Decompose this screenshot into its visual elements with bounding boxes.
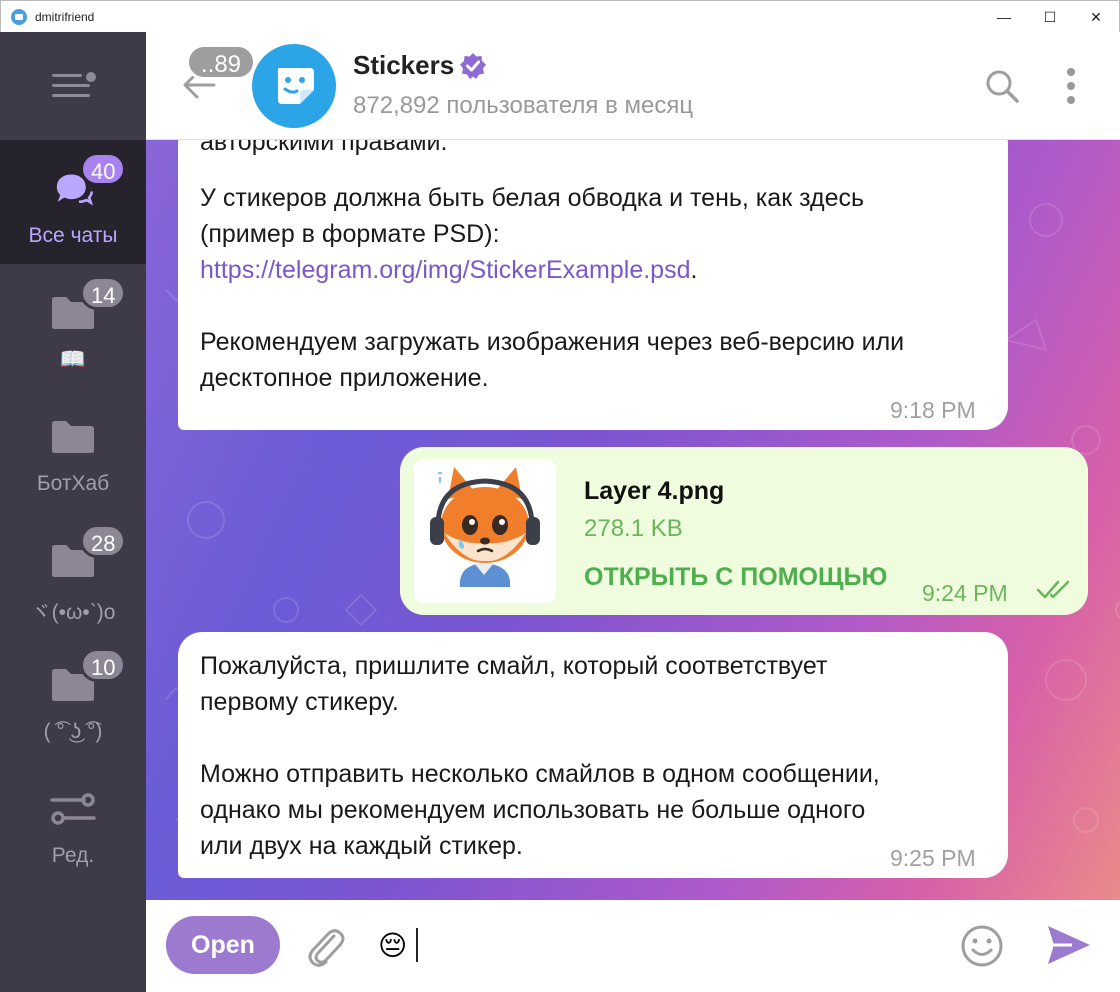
chat-messages-area[interactable]: авторскими правами. У стикеров должна бы… [146,140,1120,900]
message-input[interactable]: 😔 [378,928,407,964]
main-menu-button[interactable] [52,70,96,100]
message-time: 9:24 PM [922,580,1008,606]
folder-all-chats[interactable]: 40 Все чаты [0,140,146,264]
telegram-app-icon [11,8,27,25]
folder-label: Все чаты [28,224,118,247]
folder-unread-badge: 14 [80,276,127,310]
folders-sidebar: 40 Все чаты 14 📖 БотХаб 28 ヾ(•ω•`)o 10 (… [0,32,146,992]
message-time: 9:25 PM [890,845,976,871]
incoming-message-bubble[interactable]: авторскими правами. У стикеров должна бы… [178,140,1008,430]
folder-icon [52,421,94,453]
folder-kaomoji-2[interactable]: 10 ( ͡° ͜ʖ ͡°) [0,636,146,760]
message-text: У стикеров должна быть белая обводка и т… [200,184,865,212]
open-with-link[interactable]: ОТКРЫТЬ С ПОМОЩЬЮ [584,559,887,595]
message-text: первому стикеру. [200,688,399,716]
message-text-line: https://telegram.org/img/StickerExample.… [200,252,697,288]
file-name: Layer 4.png [584,477,725,505]
folder-bothub[interactable]: БотХаб [0,388,146,512]
search-icon[interactable] [984,68,1020,104]
maximize-button[interactable]: ☐ [1027,1,1073,33]
file-size: 278.1 KB [584,515,683,542]
unread-count-badge: ..89 [186,44,257,80]
message-link[interactable]: https://telegram.org/img/StickerExample.… [200,256,690,284]
file-thumbnail[interactable] [414,459,556,603]
message-text: Рекомендуем загружать изображения через … [200,328,905,356]
open-bot-button[interactable]: Open [166,916,280,974]
message-text: Пожалуйста, пришлите смайл, который соот… [200,652,828,680]
chat-subtitle: 872,892 пользователя в месяц [353,92,694,119]
message-time: 9:18 PM [890,397,976,423]
more-options-icon[interactable] [1064,68,1078,104]
chat-header: ..89 Stickers 872,892 пользователя в мес… [146,32,1120,140]
window-titlebar: dmitrifriend — ☐ ✕ [0,0,1120,32]
folder-unread-badge: 10 [80,648,127,682]
read-checks-icon [1036,580,1070,599]
emoji-icon[interactable] [960,924,1004,968]
sticker-smile-icon [278,68,314,104]
edit-folders-button[interactable]: Ред. [0,760,146,884]
message-text: однако мы рекомендуем использовать не бо… [200,796,866,824]
verified-badge-icon [460,53,486,79]
notification-dot-icon [86,72,96,82]
folder-book[interactable]: 14 📖 [0,264,146,388]
minimize-button[interactable]: — [981,1,1027,33]
window-title: dmitrifriend [35,9,95,24]
paperclip-icon[interactable] [306,926,346,968]
folder-label: БотХаб [36,472,110,495]
close-button[interactable]: ✕ [1073,1,1119,33]
outgoing-file-message[interactable]: Layer 4.png 278.1 KB ОТКРЫТЬ С ПОМОЩЬЮ 9… [400,447,1088,615]
message-composer: Open 😔 [146,900,1120,992]
fox-sticker-image [430,467,540,587]
chat-title: Stickers [353,50,455,80]
edit-folders-label: Ред. [51,844,95,867]
message-text: (пример в формате PSD): [200,220,500,248]
send-icon[interactable] [1046,924,1092,966]
message-text: или двух на каждый стикер. [200,832,523,860]
folder-kaomoji-1[interactable]: 28 ヾ(•ω•`)o [0,512,146,636]
text-caret [416,928,418,962]
folder-label: 📖 [59,348,87,371]
folder-label: ( ͡° ͜ʖ ͡°) [43,720,103,743]
channel-avatar[interactable] [252,44,336,128]
folder-unread-badge: 28 [80,524,127,558]
message-text: десктопное приложение. [200,364,489,392]
sliders-icon [50,793,96,825]
incoming-message-bubble[interactable]: Пожалуйста, пришлите смайл, который соот… [178,632,1008,878]
message-text: авторскими правами. [200,140,448,156]
folder-unread-badge: 40 [80,152,127,186]
folder-label: ヾ(•ω•`)o [30,601,116,624]
message-text: Можно отправить несколько смайлов в одно… [200,760,880,788]
message-text: . [690,256,698,284]
